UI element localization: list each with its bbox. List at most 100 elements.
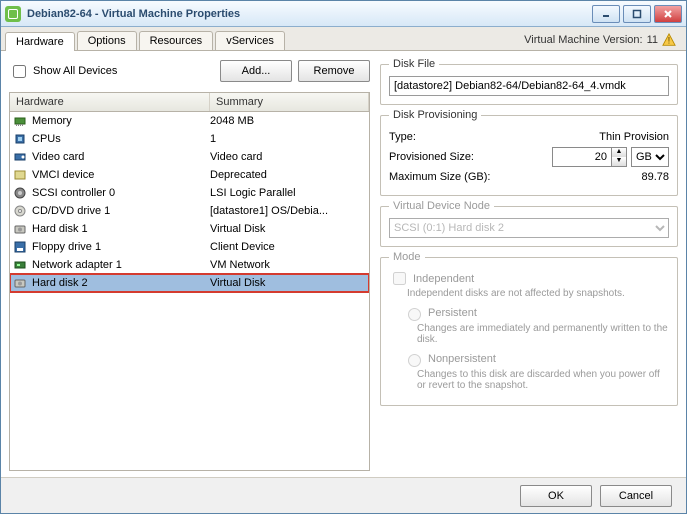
hardware-row[interactable]: Floppy drive 1Client Device xyxy=(10,238,369,256)
cd-icon xyxy=(10,204,30,218)
nic-icon xyxy=(10,258,30,272)
hardware-row[interactable]: CD/DVD drive 1[datastore1] OS/Debia... xyxy=(10,202,369,220)
provisioned-size-spinner[interactable]: ▲▼ xyxy=(552,147,627,167)
disk-provisioning-legend: Disk Provisioning xyxy=(389,109,481,121)
virtual-device-node-group: Virtual Device Node SCSI (0:1) Hard disk… xyxy=(380,200,678,247)
hardware-name: Floppy drive 1 xyxy=(30,241,210,253)
body: Show All Devices Add... Remove Hardware … xyxy=(1,51,686,477)
hardware-name: Video card xyxy=(30,151,210,163)
type-label: Type: xyxy=(389,131,599,143)
show-all-label: Show All Devices xyxy=(33,65,117,77)
header-hardware: Hardware xyxy=(10,93,210,111)
tab-resources[interactable]: Resources xyxy=(139,31,214,50)
disk-file-group: Disk File xyxy=(380,58,678,105)
hardware-row[interactable]: Video cardVideo card xyxy=(10,148,369,166)
hardware-row[interactable]: Memory2048 MB xyxy=(10,112,369,130)
persistent-desc: Changes are immediately and permanently … xyxy=(417,323,669,345)
window-title: Debian82-64 - Virtual Machine Properties xyxy=(27,8,592,20)
nonpersistent-label: Nonpersistent xyxy=(428,353,496,365)
independent-desc: Independent disks are not affected by sn… xyxy=(407,288,669,299)
vm-version-value: 11 xyxy=(647,34,658,46)
vm-properties-window: { "window": { "title": "Debian82-64 - Vi… xyxy=(0,0,687,514)
independent-checkbox-row: Independent xyxy=(389,269,669,288)
cpu-icon xyxy=(10,132,30,146)
warning-icon: ! xyxy=(662,33,676,47)
disk-file-legend: Disk File xyxy=(389,58,439,70)
hardware-name: VMCI device xyxy=(30,169,210,181)
independent-label: Independent xyxy=(413,273,474,285)
app-icon xyxy=(5,6,21,22)
hardware-summary: Virtual Disk xyxy=(210,277,369,289)
hardware-name: CPUs xyxy=(30,133,210,145)
virtual-device-node-select: SCSI (0:1) Hard disk 2 xyxy=(389,218,669,238)
hardware-row[interactable]: CPUs1 xyxy=(10,130,369,148)
hardware-list-header: Hardware Summary xyxy=(9,92,370,112)
video-icon xyxy=(10,150,30,164)
show-all-devices[interactable]: Show All Devices xyxy=(9,62,117,81)
hardware-name: Network adapter 1 xyxy=(30,259,210,271)
persistent-label: Persistent xyxy=(428,307,477,319)
persistent-radio-row: Persistent xyxy=(403,305,669,321)
hardware-row[interactable]: SCSI controller 0LSI Logic Parallel xyxy=(10,184,369,202)
footer: OK Cancel xyxy=(1,477,686,513)
remove-button[interactable]: Remove xyxy=(298,60,370,82)
max-size-label: Maximum Size (GB): xyxy=(389,171,641,183)
tab-hardware[interactable]: Hardware xyxy=(5,32,75,51)
hardware-name: Hard disk 2 xyxy=(30,277,210,289)
hardware-summary: Client Device xyxy=(210,241,369,253)
left-pane: Show All Devices Add... Remove Hardware … xyxy=(1,52,376,477)
scsi-icon xyxy=(10,186,30,200)
header-summary: Summary xyxy=(210,93,369,111)
memory-icon xyxy=(10,114,30,128)
mode-group: Mode Independent Independent disks are n… xyxy=(380,251,678,406)
hdd-icon xyxy=(10,222,30,236)
hardware-summary: [datastore1] OS/Debia... xyxy=(210,205,369,217)
hardware-summary: Deprecated xyxy=(210,169,369,181)
floppy-icon xyxy=(10,240,30,254)
nonpersistent-desc: Changes to this disk are discarded when … xyxy=(417,369,669,391)
hardware-list[interactable]: Memory2048 MBCPUs1Video cardVideo cardVM… xyxy=(9,112,370,471)
window-buttons xyxy=(592,5,682,23)
disk-provisioning-group: Disk Provisioning Type: Thin Provision P… xyxy=(380,109,678,196)
max-size-value: 89.78 xyxy=(641,171,669,183)
hardware-summary: 2048 MB xyxy=(210,115,369,127)
hardware-row[interactable]: Hard disk 2Virtual Disk xyxy=(10,274,369,292)
nonpersistent-radio-row: Nonpersistent xyxy=(403,351,669,367)
hardware-row[interactable]: VMCI deviceDeprecated xyxy=(10,166,369,184)
hardware-row[interactable]: Hard disk 1Virtual Disk xyxy=(10,220,369,238)
hardware-name: Memory xyxy=(30,115,210,127)
ok-button[interactable]: OK xyxy=(520,485,592,507)
right-pane: Disk File Disk Provisioning Type: Thin P… xyxy=(376,52,686,477)
hdd-icon xyxy=(10,276,30,290)
tab-bar: Hardware Options Resources vServices Vir… xyxy=(1,27,686,51)
vm-version-label: Virtual Machine Version: xyxy=(524,34,642,46)
hardware-row[interactable]: Network adapter 1VM Network xyxy=(10,256,369,274)
tab-options[interactable]: Options xyxy=(77,31,137,50)
add-button[interactable]: Add... xyxy=(220,60,292,82)
virtual-device-node-legend: Virtual Device Node xyxy=(389,200,494,212)
hardware-name: CD/DVD drive 1 xyxy=(30,205,210,217)
provisioned-size-unit[interactable]: GB xyxy=(631,147,669,167)
hardware-summary: Video card xyxy=(210,151,369,163)
show-all-checkbox[interactable] xyxy=(13,65,26,78)
spinner-buttons[interactable]: ▲▼ xyxy=(612,147,627,167)
minimize-button[interactable] xyxy=(592,5,620,23)
hardware-summary: LSI Logic Parallel xyxy=(210,187,369,199)
hardware-name: Hard disk 1 xyxy=(30,223,210,235)
disk-file-field[interactable] xyxy=(389,76,669,96)
close-button[interactable] xyxy=(654,5,682,23)
independent-checkbox xyxy=(393,272,406,285)
maximize-button[interactable] xyxy=(623,5,651,23)
hardware-summary: Virtual Disk xyxy=(210,223,369,235)
hardware-summary: VM Network xyxy=(210,259,369,271)
cancel-button[interactable]: Cancel xyxy=(600,485,672,507)
hardware-summary: 1 xyxy=(210,133,369,145)
vm-version: Virtual Machine Version: 11 ! xyxy=(518,30,682,50)
tab-vservices[interactable]: vServices xyxy=(215,31,285,50)
hardware-name: SCSI controller 0 xyxy=(30,187,210,199)
nonpersistent-radio xyxy=(408,354,421,367)
titlebar: Debian82-64 - Virtual Machine Properties xyxy=(1,1,686,27)
svg-text:!: ! xyxy=(668,36,671,47)
type-value: Thin Provision xyxy=(599,131,669,143)
provisioned-size-input[interactable] xyxy=(552,147,612,167)
